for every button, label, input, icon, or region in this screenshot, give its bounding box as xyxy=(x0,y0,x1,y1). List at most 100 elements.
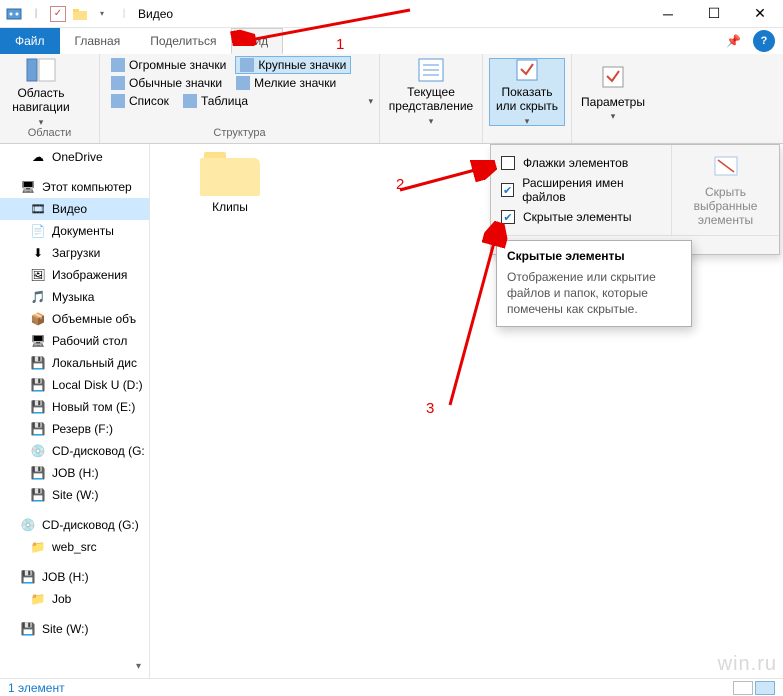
table-icon xyxy=(183,94,197,108)
video-icon: 🎞 xyxy=(30,201,46,217)
tree-job-h[interactable]: 💾JOB (H:) xyxy=(0,462,149,484)
tree-images[interactable]: 🖼Изображения xyxy=(0,264,149,286)
drive-icon: 💾 xyxy=(20,569,36,585)
small-icon xyxy=(236,76,250,90)
qat-folder-icon[interactable] xyxy=(72,6,88,22)
tree-localdisk-d[interactable]: 💾Local Disk U (D:) xyxy=(0,374,149,396)
options-button[interactable]: Параметры ▾ xyxy=(578,58,648,126)
nav-pane-icon xyxy=(25,56,57,84)
tree-job[interactable]: 📁Job xyxy=(0,588,149,610)
navigation-tree[interactable]: ☁OneDrive 🖥Этот компьютер 🎞Видео 📄Докуме… xyxy=(0,144,150,678)
layout-table[interactable]: Таблица xyxy=(178,92,253,110)
checkbox-hidden-items[interactable]: ✔ Скрытые элементы xyxy=(501,207,661,227)
ribbon: Область навигации ▾ Области Огромные зна… xyxy=(0,54,783,144)
show-hide-popup: Флажки элементов ✔ Расширения имен файло… xyxy=(490,144,780,255)
annotation-number-1: 1 xyxy=(336,36,344,53)
view-large-icons-button[interactable] xyxy=(755,681,775,695)
tooltip-title: Скрытые элементы xyxy=(507,249,681,263)
checkbox-file-extensions[interactable]: ✔ Расширения имен файлов xyxy=(501,173,661,207)
tree-3d[interactable]: 📦Объемные объ xyxy=(0,308,149,330)
folder-clips[interactable]: Клипы xyxy=(190,152,270,214)
huge-icon xyxy=(111,58,125,72)
separator: | xyxy=(116,6,132,22)
layout-large[interactable]: Крупные значки xyxy=(235,56,351,74)
nav-pane-button[interactable]: Область навигации ▾ xyxy=(6,58,76,126)
checkbox-checked-icon[interactable]: ✔ xyxy=(501,183,514,197)
watermark: win.ru xyxy=(718,653,777,676)
list-icon xyxy=(111,94,125,108)
annotation-arrow-2 xyxy=(390,160,500,200)
drive-icon: 💾 xyxy=(20,621,36,637)
maximize-button[interactable]: ☐ xyxy=(691,0,737,28)
doc-icon: 📄 xyxy=(30,223,46,239)
tree-site-w2[interactable]: 💾Site (W:) xyxy=(0,618,149,640)
status-bar: 1 элемент xyxy=(0,678,783,696)
current-view-label: Текущее представление xyxy=(387,85,475,114)
view-details-button[interactable] xyxy=(733,681,753,695)
tree-documents[interactable]: 📄Документы xyxy=(0,220,149,242)
music-icon: 🎵 xyxy=(30,289,46,305)
tree-this-pc[interactable]: 🖥Этот компьютер xyxy=(0,176,149,198)
large-icon xyxy=(240,58,254,72)
tree-cd-g[interactable]: 💿CD-дисковод (G: xyxy=(0,440,149,462)
nav-pane-label: Область навигации xyxy=(7,86,75,115)
tree-job-h2[interactable]: 💾JOB (H:) xyxy=(0,566,149,588)
group-panes-label: Области xyxy=(6,127,93,141)
tab-share[interactable]: Поделиться xyxy=(135,28,231,54)
cloud-icon: ☁ xyxy=(30,149,46,165)
disc-icon: 💿 xyxy=(20,517,36,533)
tree-websrc[interactable]: 📁web_src xyxy=(0,536,149,558)
minimize-button[interactable]: ─ xyxy=(645,0,691,28)
qat-properties-icon[interactable]: ✓ xyxy=(50,6,66,22)
tree-site-w[interactable]: 💾Site (W:) xyxy=(0,484,149,506)
folder-icon: 📁 xyxy=(30,539,46,555)
options-icon xyxy=(597,61,629,93)
tree-videos[interactable]: 🎞Видео xyxy=(0,198,149,220)
drive-icon: 💾 xyxy=(30,421,46,437)
group-show-hide-spacer xyxy=(489,127,565,141)
current-view-button[interactable]: Текущее представление ▾ xyxy=(386,58,476,126)
drive-icon: 💾 xyxy=(30,377,46,393)
tree-desktop[interactable]: 🖥Рабочий стол xyxy=(0,330,149,352)
help-icon[interactable]: ? xyxy=(753,30,775,52)
annotation-number-3: 3 xyxy=(426,400,434,417)
show-hide-icon xyxy=(511,57,543,83)
scroll-down-icon[interactable]: ▾ xyxy=(136,661,141,672)
drive-icon: 💾 xyxy=(30,465,46,481)
drive-icon: 💾 xyxy=(30,487,46,503)
item-count: 1 элемент xyxy=(8,681,65,695)
tree-newvol-e[interactable]: 💾Новый том (E:) xyxy=(0,396,149,418)
group-options-spacer xyxy=(578,127,648,141)
checkbox-item-checkboxes[interactable]: Флажки элементов xyxy=(501,153,661,173)
checkbox-unchecked-icon[interactable] xyxy=(501,156,515,170)
tree-cd-g2[interactable]: 💿CD-дисковод (G:) xyxy=(0,514,149,536)
tree-onedrive[interactable]: ☁OneDrive xyxy=(0,146,149,168)
tab-home[interactable]: Главная xyxy=(60,28,136,54)
tree-downloads[interactable]: ⬇Загрузки xyxy=(0,242,149,264)
tab-file[interactable]: Файл xyxy=(0,28,60,54)
pin-ribbon-icon[interactable]: 📌 xyxy=(718,28,749,54)
folder-label: Клипы xyxy=(190,200,270,214)
qat-dropdown-icon[interactable]: ▾ xyxy=(94,6,110,22)
layout-normal[interactable]: Обычные значки xyxy=(106,74,227,92)
folder-icon xyxy=(200,152,260,196)
tree-reserve-f[interactable]: 💾Резерв (F:) xyxy=(0,418,149,440)
qat-divider: | xyxy=(28,6,44,22)
layout-list[interactable]: Список xyxy=(106,92,174,110)
annotation-arrow-1 xyxy=(230,6,420,46)
current-view-icon xyxy=(415,57,447,83)
tree-localdisk-c[interactable]: 💾Локальный дис xyxy=(0,352,149,374)
hide-selected-button[interactable]: Скрыть выбранные элементы xyxy=(671,145,779,235)
pc-icon: 🖥 xyxy=(20,179,36,195)
disc-icon: 💿 xyxy=(30,443,46,459)
cube-icon: 📦 xyxy=(30,311,46,327)
layout-huge[interactable]: Огромные значки xyxy=(106,56,231,74)
image-icon: 🖼 xyxy=(30,267,46,283)
layout-more-icon[interactable]: ▾ xyxy=(368,96,373,107)
layout-small[interactable]: Мелкие значки xyxy=(231,74,341,92)
folder-icon: 📁 xyxy=(30,591,46,607)
show-hide-button[interactable]: Показать или скрыть ▾ xyxy=(489,58,565,126)
close-button[interactable]: ✕ xyxy=(737,0,783,28)
tree-music[interactable]: 🎵Музыка xyxy=(0,286,149,308)
group-layout-label: Структура xyxy=(106,127,373,141)
